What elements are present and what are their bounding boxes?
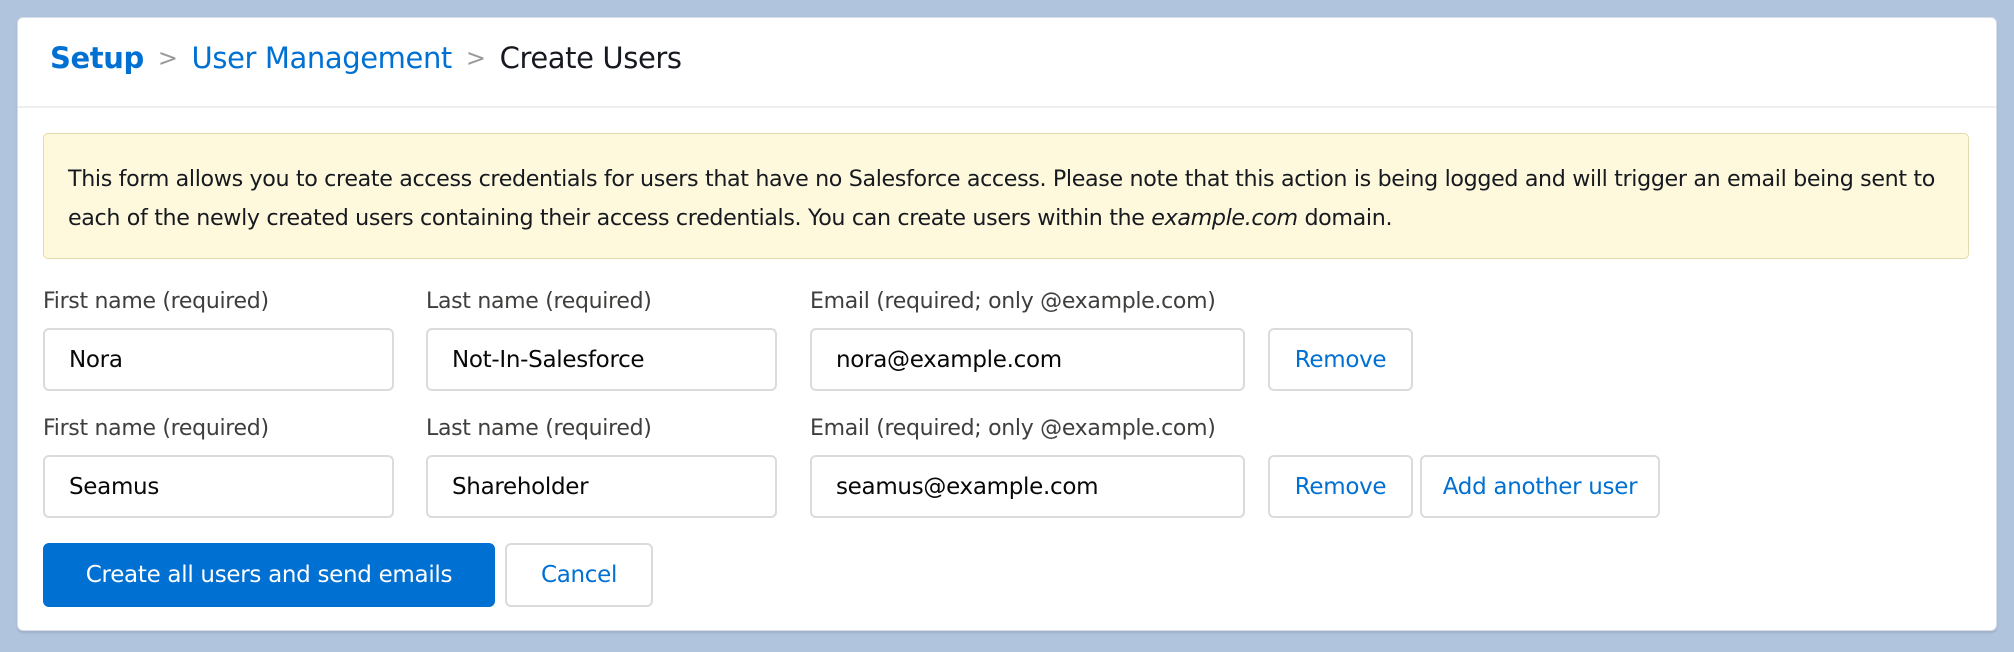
breadcrumb-setup-link[interactable]: Setup [50,41,144,75]
first-name-input[interactable] [43,455,394,518]
email-field: Email (required; only @example.com) [810,415,1245,518]
create-users-card: Setup > User Management > Create Users This … [17,17,1997,631]
info-notice: This form allows you to create access cr… [43,133,1969,259]
last-name-field: Last name (required) [426,288,777,391]
breadcrumb: Setup > User Management > Create Users [50,41,682,75]
first-name-input[interactable] [43,328,394,391]
last-name-input[interactable] [426,455,777,518]
notice-text-end: domain. [1297,205,1393,231]
email-input[interactable] [810,328,1245,391]
notice-text: This form allows you to create access cr… [68,166,1935,231]
remove-user-button[interactable]: Remove [1268,455,1413,518]
breadcrumb-separator-icon: > [157,44,178,72]
last-name-label: Last name (required) [426,289,652,314]
user-row: First name (required) Last name (require… [43,288,1996,398]
email-input[interactable] [810,455,1245,518]
breadcrumb-user-management-link[interactable]: User Management [192,41,453,75]
page-title: Create Users [499,41,682,75]
last-name-label: Last name (required) [426,416,652,441]
last-name-field: Last name (required) [426,415,777,518]
notice-domain: example.com [1151,205,1298,231]
first-name-label: First name (required) [43,289,269,314]
cancel-button[interactable]: Cancel [505,543,653,607]
add-another-user-button[interactable]: Add another user [1420,455,1660,518]
first-name-field: First name (required) [43,288,394,391]
page-header: Setup > User Management > Create Users [18,18,1996,108]
create-users-submit-button[interactable]: Create all users and send emails [43,543,495,607]
email-label: Email (required; only @example.com) [810,289,1216,314]
first-name-field: First name (required) [43,415,394,518]
user-row: First name (required) Last name (require… [43,415,1996,525]
email-field: Email (required; only @example.com) [810,288,1245,391]
email-label: Email (required; only @example.com) [810,416,1216,441]
breadcrumb-separator-icon: > [465,44,486,72]
first-name-label: First name (required) [43,416,269,441]
last-name-input[interactable] [426,328,777,391]
remove-user-button[interactable]: Remove [1268,328,1413,391]
